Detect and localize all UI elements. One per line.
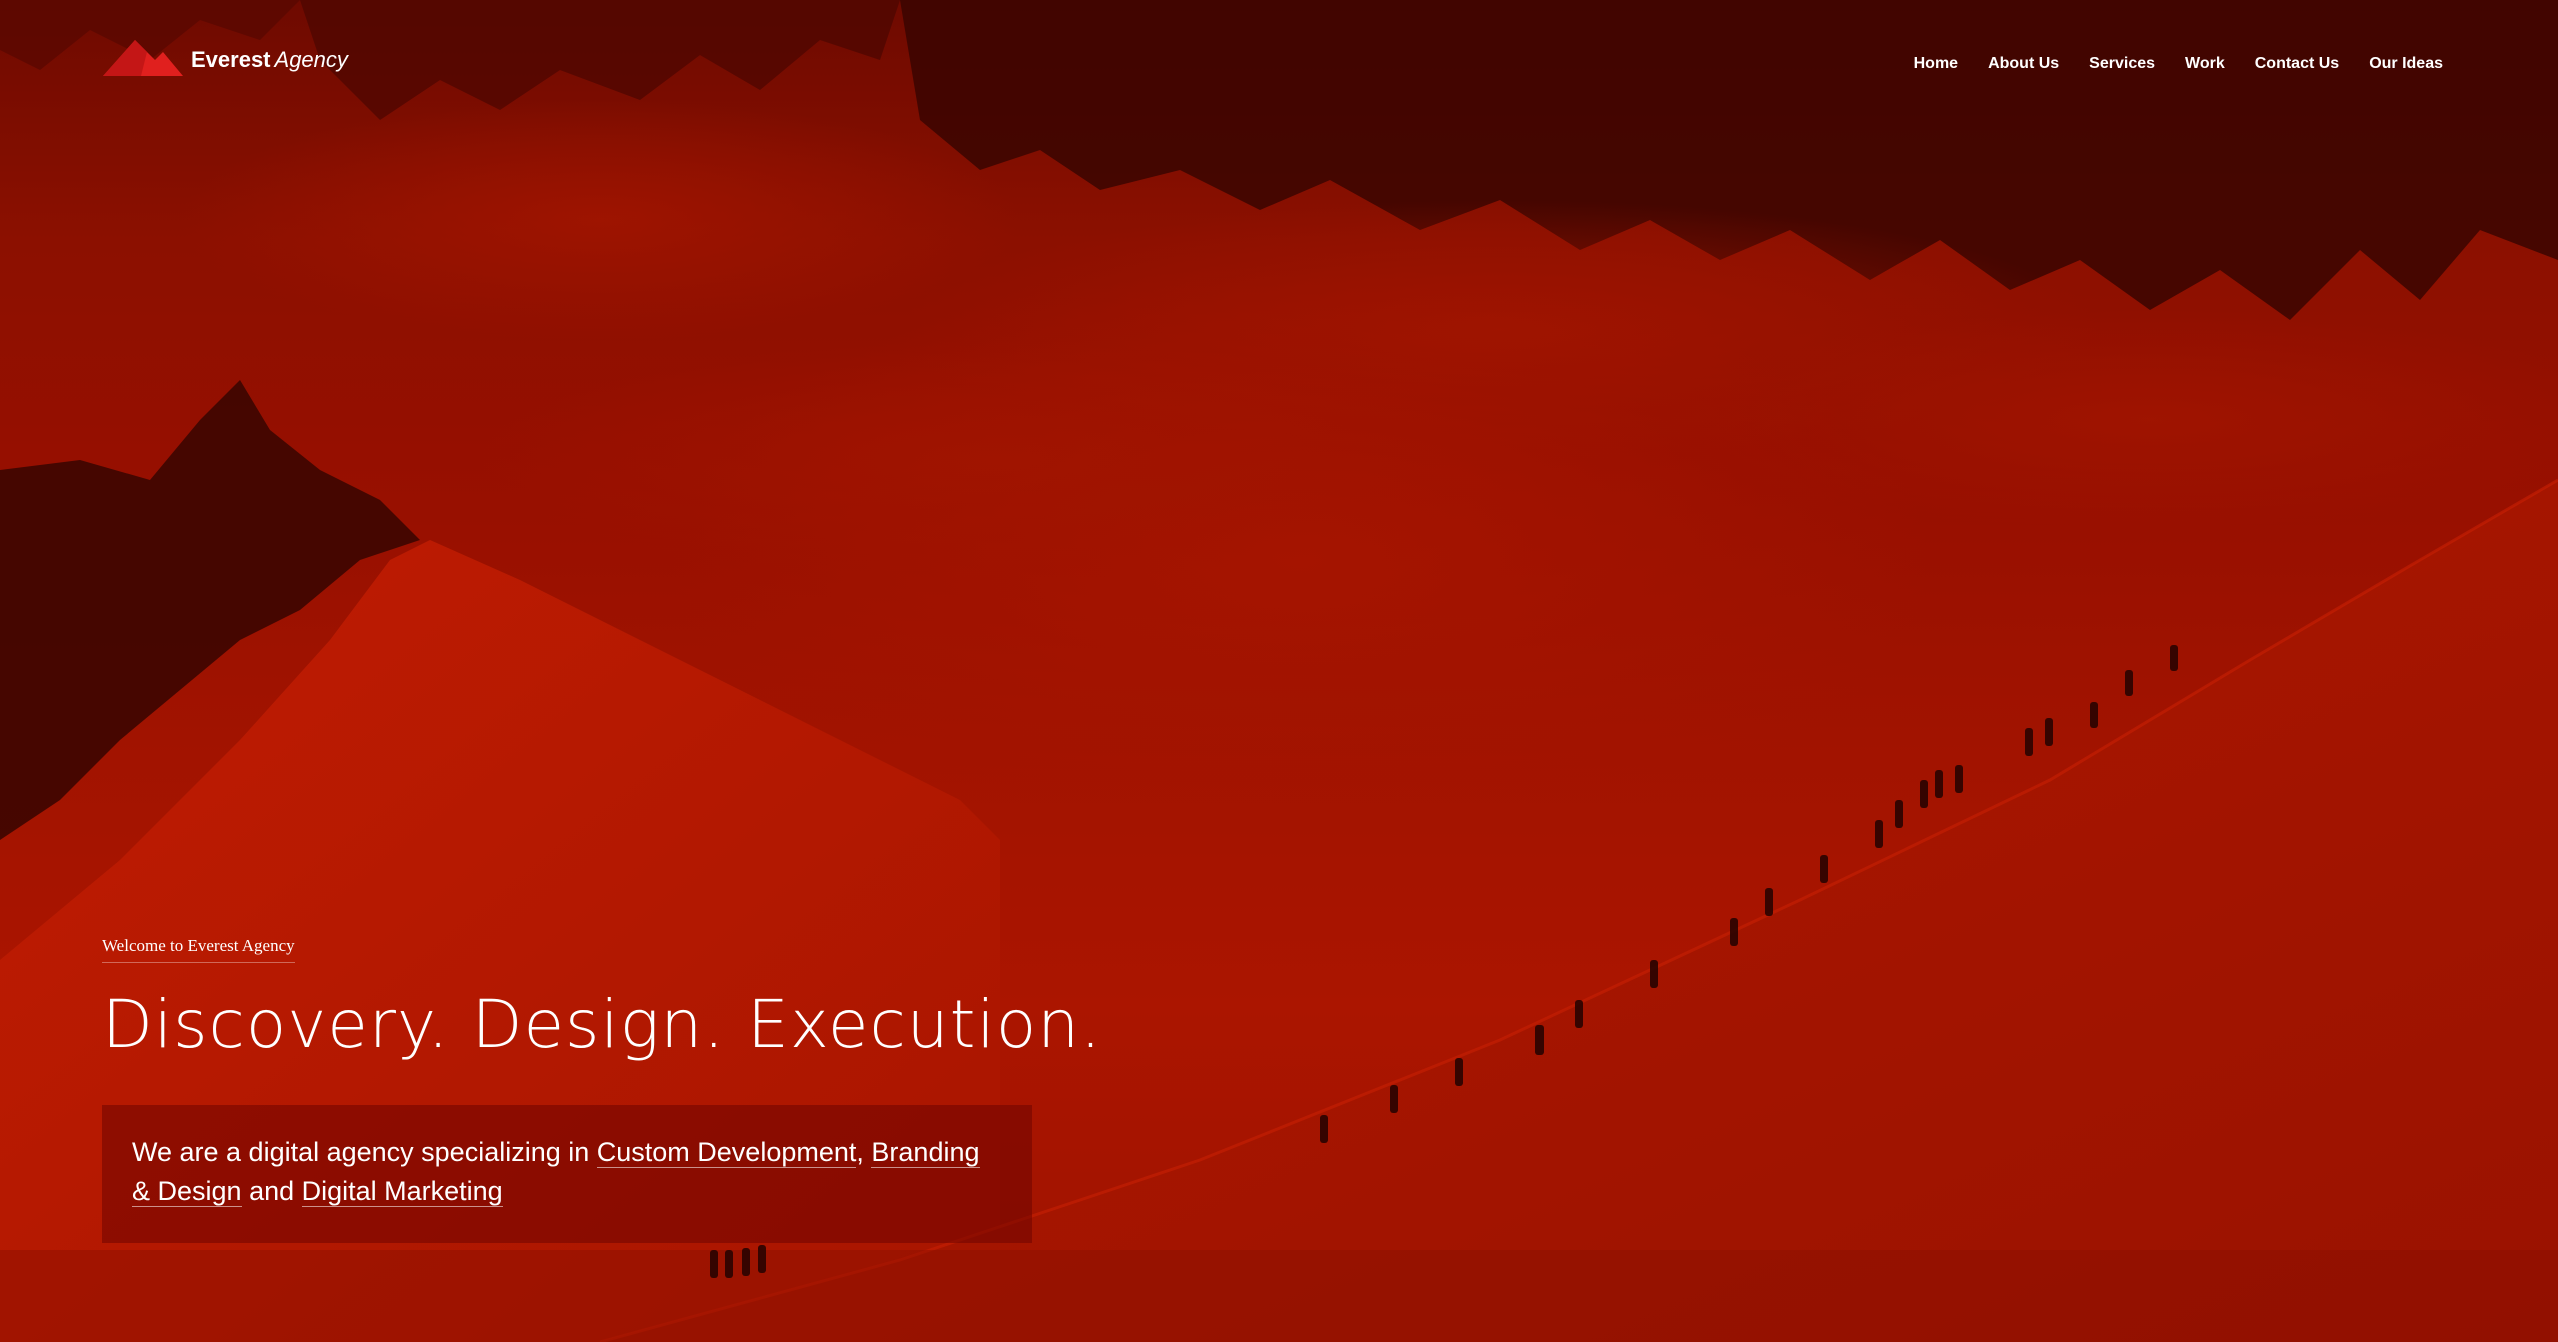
hero-intro-text: We are a digital agency specializing in … xyxy=(132,1133,1002,1211)
nav-item-our-ideas[interactable]: Our Ideas xyxy=(2369,53,2443,75)
intro-separator: , xyxy=(856,1137,872,1167)
hero-intro-box: We are a digital agency specializing in … xyxy=(102,1105,1032,1243)
main-nav: Home About Us Services Work Contact Us O… xyxy=(1914,53,2443,75)
service-link-custom-development[interactable]: Custom Development xyxy=(596,1137,857,1168)
nav-item-services[interactable]: Services xyxy=(2089,53,2155,75)
nav-item-about-us[interactable]: About Us xyxy=(1988,53,2059,75)
hero-eyebrow: Welcome to Everest Agency xyxy=(102,936,295,963)
mountain-peak-icon xyxy=(103,40,183,76)
hero-section: Everest Agency Home About Us Services Wor… xyxy=(0,0,2558,1342)
nav-item-home[interactable]: Home xyxy=(1914,53,1958,75)
intro-prefix: We are a digital agency specializing in xyxy=(132,1137,597,1167)
brand-wordmark: Everest Agency xyxy=(191,49,348,71)
intro-separator: and xyxy=(241,1176,302,1206)
brand-suffix: Agency xyxy=(274,47,348,72)
service-link-digital-marketing[interactable]: Digital Marketing xyxy=(301,1176,503,1207)
brand-name: Everest xyxy=(191,47,271,72)
hero-headline: Discovery. Design. Execution. xyxy=(102,986,1103,1063)
nav-item-work[interactable]: Work xyxy=(2185,53,2225,75)
brand-logo[interactable]: Everest Agency xyxy=(103,38,348,82)
nav-item-contact-us[interactable]: Contact Us xyxy=(2255,53,2339,75)
